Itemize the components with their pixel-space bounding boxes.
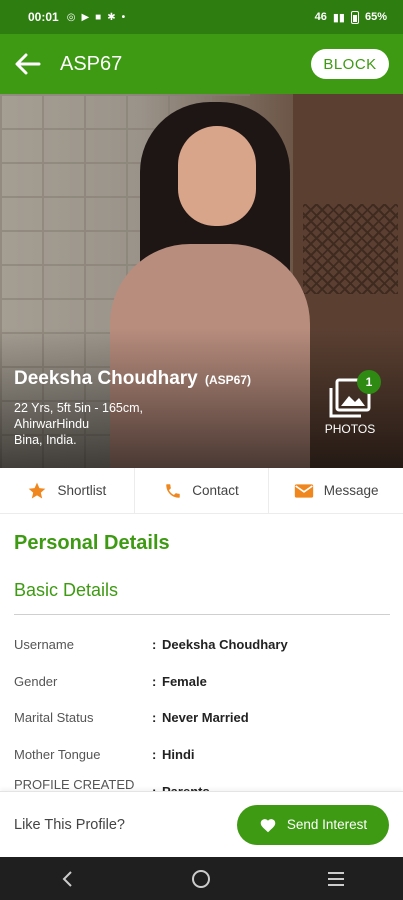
chevron-left-icon	[62, 870, 72, 887]
photo-count-badge: 1	[357, 370, 381, 394]
send-interest-button[interactable]: Send Interest	[237, 804, 389, 845]
status-bar: 00:01 ◎ ▶ ■ ✱ • 46 ▮▮ 65%	[0, 0, 403, 34]
notification-icons: ◎ ▶ ■ ✱ •	[67, 12, 125, 23]
system-nav-bar	[0, 857, 403, 900]
sub-section-title: Basic Details	[14, 580, 119, 600]
nav-home-button[interactable]	[181, 859, 221, 899]
profile-name: Deeksha Choudhary	[14, 368, 198, 389]
heart-icon	[260, 818, 276, 832]
detail-value: Female	[162, 673, 207, 689]
settings-icon: ✱	[107, 11, 116, 23]
star-icon	[29, 482, 46, 498]
contact-button[interactable]: Contact	[135, 468, 270, 513]
dot-icon: •	[121, 11, 126, 23]
detail-key: Mother Tongue	[14, 747, 101, 763]
profile-photo[interactable]: Deeksha Choudhary (ASP67) 22 Yrs, 5ft 5i…	[0, 94, 403, 468]
details-list: Username : Deeksha Choudhary Gender : Fe…	[14, 626, 394, 810]
arrow-left-icon	[15, 53, 41, 75]
detail-row-mother-tongue: Mother Tongue : Hindi	[14, 747, 195, 763]
section-title: Personal Details	[14, 532, 170, 554]
detail-row-marital-status: Marital Status : Never Married	[14, 710, 249, 726]
photos-label: PHOTOS	[324, 422, 376, 436]
app-bar: ASP67 BLOCK	[0, 34, 403, 94]
profile-location: Bina, India.	[14, 433, 77, 447]
phone-icon	[166, 483, 180, 498]
shortlist-button[interactable]: Shortlist	[0, 468, 135, 513]
signal-label: 46	[314, 11, 327, 23]
profile-community: AhirwarHindu	[14, 417, 90, 431]
profile-age-height: 22 Yrs, 5ft 5in - 165cm,	[14, 401, 143, 415]
nav-back-button[interactable]	[47, 859, 87, 899]
nav-recents-button[interactable]	[316, 859, 356, 899]
mail-icon	[294, 483, 313, 498]
detail-key: Marital Status	[14, 710, 94, 726]
profile-id: (ASP67)	[205, 373, 252, 387]
photos-button[interactable]: 1 PHOTOS	[321, 370, 381, 448]
profile-name-line: Deeksha Choudhary (ASP67)	[14, 368, 251, 390]
menu-lines-icon	[327, 871, 344, 886]
page-title: ASP67	[60, 52, 123, 75]
signal-icon: ▮▮	[332, 11, 345, 24]
detail-value: Hindi	[162, 747, 195, 763]
action-bar: Shortlist Contact Message	[0, 468, 403, 514]
detail-key: Gender	[14, 673, 58, 689]
linkedin-icon: ■	[95, 11, 102, 23]
profile-summary: 22 Yrs, 5ft 5in - 165cm, AhirwarHindu Bi…	[14, 400, 143, 448]
system-icons: 46 ▮▮ 65%	[314, 10, 387, 24]
detail-key: Username	[14, 636, 74, 652]
contact-label: Contact	[192, 483, 239, 498]
status-time: 00:01	[28, 10, 59, 24]
whatsapp-icon: ◎	[66, 11, 76, 23]
like-profile-text: Like This Profile?	[14, 816, 125, 833]
back-button[interactable]	[0, 34, 56, 94]
divider	[14, 614, 390, 615]
detail-row-username: Username : Deeksha Choudhary	[14, 636, 288, 652]
message-label: Message	[323, 483, 379, 498]
send-interest-label: Send Interest	[286, 817, 368, 832]
message-button[interactable]: Message	[269, 468, 403, 513]
home-circle-icon	[192, 869, 211, 888]
battery-level: 65%	[364, 11, 387, 23]
detail-value: Deeksha Choudhary	[162, 636, 288, 652]
bottom-bar: Like This Profile? Send Interest	[0, 791, 403, 857]
battery-icon	[350, 10, 359, 24]
detail-value: Never Married	[162, 710, 249, 726]
youtube-icon: ▶	[81, 11, 90, 23]
shortlist-label: Shortlist	[57, 483, 107, 498]
block-button[interactable]: BLOCK	[311, 49, 389, 79]
detail-row-gender: Gender : Female	[14, 673, 207, 689]
